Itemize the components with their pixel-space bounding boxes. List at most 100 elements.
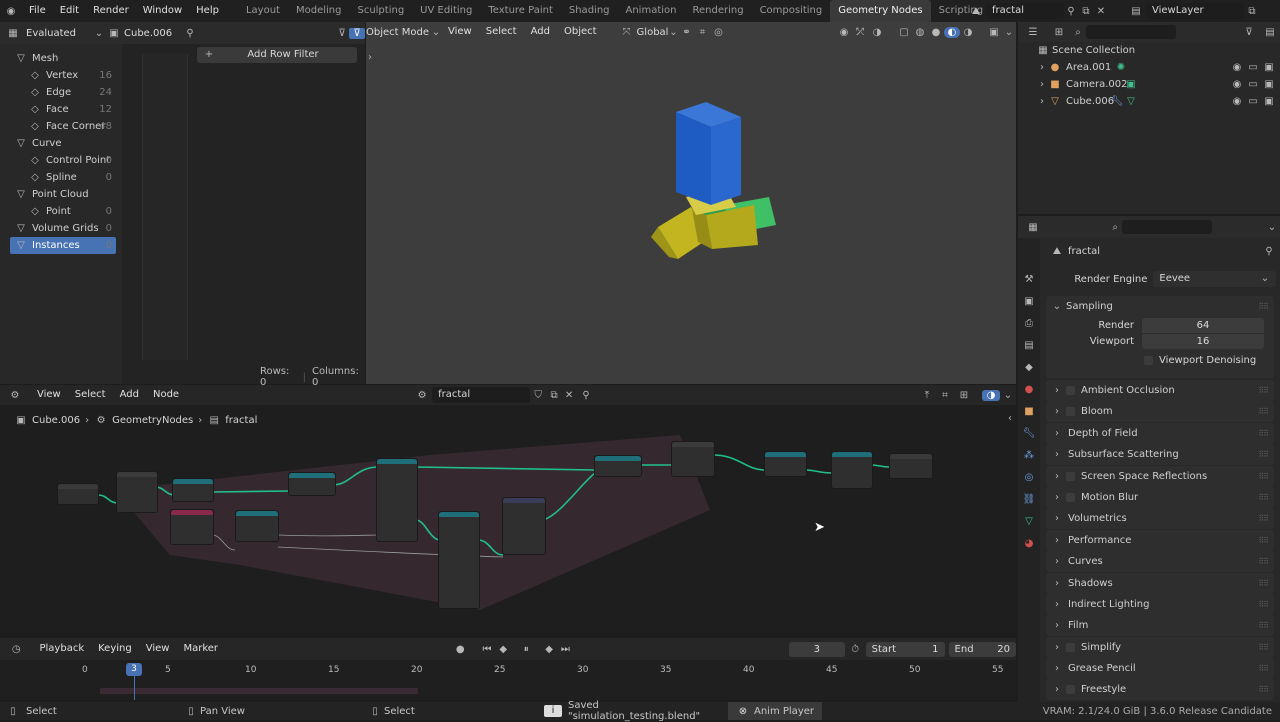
panel-enable-checkbox[interactable] — [1066, 685, 1075, 695]
drag-handle-icon[interactable]: ⠿⠿ — [1258, 615, 1269, 636]
random-value-node[interactable] — [170, 509, 214, 545]
drag-handle-icon[interactable]: ⠿⠿ — [1258, 466, 1269, 487]
tab-compositing[interactable]: Compositing — [752, 0, 831, 22]
drag-handle-icon[interactable]: ⠿⠿ — [1258, 380, 1269, 401]
spreadsheet-tree-item[interactable]: ▽ Mesh — [10, 50, 116, 67]
shading-solid-icon[interactable]: ● — [928, 27, 944, 38]
drag-handle-icon[interactable]: ⠿⠿ — [1258, 487, 1269, 508]
search-icon[interactable]: ⌕ — [1048, 222, 1118, 233]
realize-instances-node[interactable] — [172, 478, 214, 502]
gizmo-icon[interactable]: ⤱ — [852, 27, 868, 38]
viewport-menu-view[interactable]: View — [441, 21, 479, 43]
overlay-icon[interactable]: ◑ — [982, 389, 1000, 401]
tool-tab-icon[interactable]: ⚒ — [1018, 274, 1040, 296]
evaluated-dropdown[interactable]: Evaluated — [26, 28, 94, 39]
snap-mode-icon[interactable]: ⊞ — [954, 390, 974, 401]
panel-grease-pencil[interactable]: › Grease Pencil ⠿⠿ — [1046, 658, 1274, 680]
physics-tab-icon[interactable]: ◎ — [1018, 472, 1040, 494]
collapse-toolbar-icon[interactable]: › — [366, 52, 374, 63]
material-tab-icon[interactable]: ◕ — [1018, 538, 1040, 560]
spreadsheet-tree-item[interactable]: ◇ Vertex 16 — [10, 67, 116, 84]
drag-handle-icon[interactable]: ⠿⠿ — [1258, 401, 1269, 422]
join-geometry-node[interactable] — [594, 455, 642, 477]
filter-icon[interactable]: ⊽ — [1238, 27, 1260, 38]
viewport-menu-select[interactable]: Select — [479, 21, 524, 43]
visibility-icon[interactable]: ◉ — [836, 27, 852, 38]
jump-keyframe-forward-icon[interactable]: ◆ — [541, 644, 558, 655]
view-layer-tab-icon[interactable]: ▤ — [1018, 340, 1040, 362]
drag-handle-icon[interactable]: ⠿⠿ — [1258, 530, 1269, 551]
scene-tab-icon[interactable]: ◆ — [1018, 362, 1040, 384]
proportional-icon[interactable]: ◎ — [710, 27, 726, 38]
node-menu-select[interactable]: Select — [68, 384, 113, 406]
snap-icon[interactable]: ⌗ — [936, 390, 954, 401]
spreadsheet-tree-item[interactable]: ▽ Instances 0 — [10, 237, 116, 254]
chevron-down-icon[interactable]: ⌄ — [1000, 390, 1016, 401]
menu-file[interactable]: File — [22, 0, 53, 22]
panel-subsurface-scattering[interactable]: › Subsurface Scattering ⠿⠿ — [1046, 444, 1274, 466]
close-icon[interactable]: ✕ — [1094, 6, 1108, 17]
collapse-sidebar-icon[interactable]: ‹ — [1005, 413, 1015, 424]
fake-user-icon[interactable]: ⛉ — [530, 390, 546, 401]
viewport-denoising-checkbox[interactable] — [1144, 355, 1153, 365]
tab-texture-paint[interactable]: Texture Paint — [480, 0, 561, 22]
timeline-ruler[interactable] — [0, 660, 1016, 700]
object-mode-dropdown[interactable]: Object Mode — [366, 27, 431, 38]
panel-enable-checkbox[interactable] — [1066, 471, 1075, 481]
group-output-node[interactable] — [889, 453, 933, 479]
xray-icon[interactable]: ▢ — [896, 27, 912, 38]
monitor-icon[interactable]: ▭ — [1246, 76, 1260, 93]
panel-shadows[interactable]: › Shadows ⠿⠿ — [1046, 572, 1274, 594]
group-input-node[interactable] — [57, 483, 99, 505]
spreadsheet-tree-item[interactable]: ◇ Face 12 — [10, 101, 116, 118]
node-menu-view[interactable]: View — [30, 384, 68, 406]
end-frame-field[interactable]: End 20 — [948, 641, 1016, 657]
outliner-item-area[interactable]: › ● Area.001 ✺ ◉ ▭ ▣ — [1018, 59, 1280, 76]
timeline-menu-view[interactable]: View — [139, 638, 177, 660]
expand-icon[interactable]: › — [1036, 76, 1048, 93]
start-frame-field[interactable]: Start 1 — [865, 641, 945, 657]
node-group-field[interactable]: fractal — [432, 387, 531, 403]
viewport-menu-object[interactable]: Object — [557, 21, 604, 43]
outliner-search-input[interactable] — [1086, 25, 1176, 39]
outliner-item-camera[interactable]: › ■ Camera.002 ▣ ◉ ▭ ▣ — [1018, 76, 1280, 93]
drag-handle-icon[interactable]: ⠿⠿ — [1258, 679, 1269, 700]
filter-icon[interactable]: ⊽ — [335, 28, 349, 39]
copy-scene-icon[interactable]: ⧉ — [1078, 6, 1094, 17]
constraints-tab-icon[interactable]: ⛓ — [1018, 494, 1040, 516]
set-material-node[interactable] — [764, 451, 807, 477]
drag-handle-icon[interactable]: ⠿⠿ — [1258, 296, 1269, 317]
orientation-dropdown[interactable]: Global — [637, 27, 669, 38]
duplicate-icon[interactable]: ⧉ — [546, 390, 562, 401]
blender-logo-icon[interactable]: ◉ — [0, 6, 22, 17]
scene-name-field[interactable]: fractal — [986, 3, 1064, 19]
panel-enable-checkbox[interactable] — [1066, 642, 1075, 652]
tab-modeling[interactable]: Modeling — [288, 0, 350, 22]
panel-enable-checkbox[interactable] — [1066, 407, 1075, 417]
monitor-icon[interactable]: ▭ — [1246, 93, 1260, 110]
render-engine-dropdown[interactable]: Eevee ⌄ — [1153, 271, 1276, 287]
set-material-node-2[interactable] — [831, 451, 873, 489]
panel-bloom[interactable]: › Bloom ⠿⠿ — [1046, 401, 1274, 423]
tab-uv-editing[interactable]: UV Editing — [412, 0, 480, 22]
playhead-line[interactable] — [134, 676, 135, 700]
jump-end-icon[interactable]: ⏭ — [558, 644, 573, 655]
camera-render-icon[interactable]: ▣ — [1262, 59, 1276, 76]
shading-wireframe-icon[interactable]: ◍ — [912, 27, 928, 38]
display-mode-icon[interactable]: ⊞ — [1048, 27, 1070, 38]
spreadsheet-tree-item[interactable]: ▽ Curve — [10, 135, 116, 152]
camera-render-icon[interactable]: ▣ — [1262, 76, 1276, 93]
eye-icon[interactable]: ◉ — [1230, 59, 1244, 76]
menu-help[interactable]: Help — [189, 0, 226, 22]
transform-orientation-icon[interactable]: ⤧ — [620, 27, 634, 38]
output-tab-icon[interactable]: ⎙ — [1018, 318, 1040, 340]
node-menu-add[interactable]: Add — [113, 384, 146, 406]
tab-rendering[interactable]: Rendering — [684, 0, 751, 22]
drag-handle-icon[interactable]: ⠿⠿ — [1258, 658, 1269, 679]
panel-motion-blur[interactable]: › Motion Blur ⠿⠿ — [1046, 486, 1274, 508]
anim-player-button[interactable]: ⊗ Anim Player — [728, 702, 822, 720]
simulation-output-node[interactable] — [671, 441, 715, 477]
eye-icon[interactable]: ◉ — [1230, 76, 1244, 93]
sampling-panel-header[interactable]: ⌄ Sampling ⠿⠿ — [1046, 296, 1274, 317]
transform-geometry-node-2[interactable] — [438, 511, 480, 609]
